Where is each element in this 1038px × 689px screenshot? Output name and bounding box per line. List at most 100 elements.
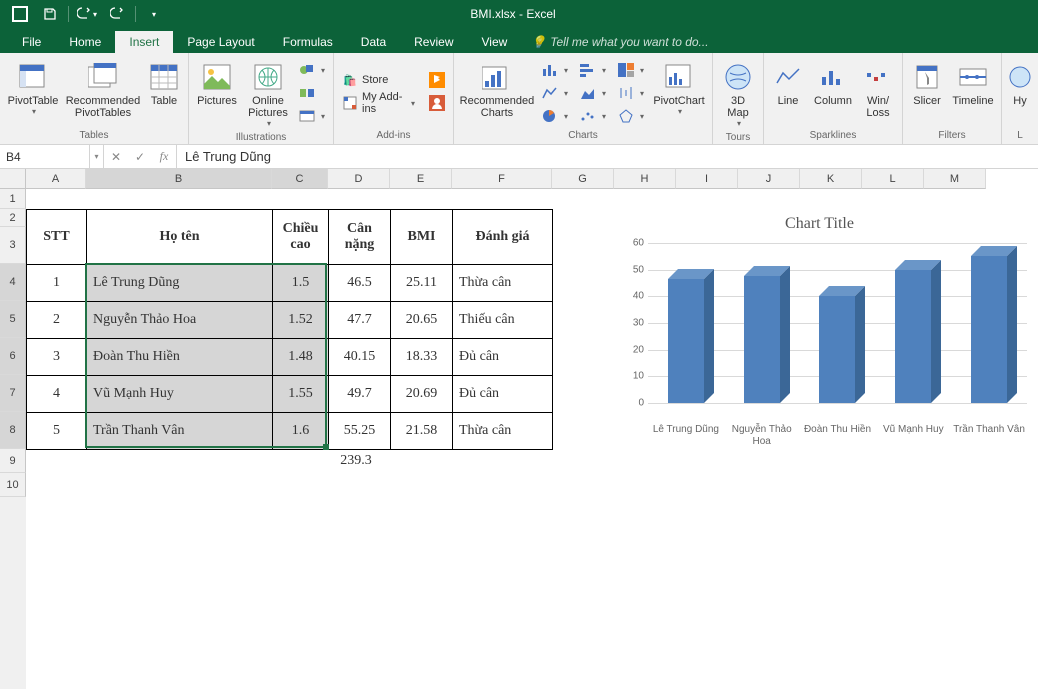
slicer-button[interactable]: Slicer [907,59,947,109]
chart-line-button[interactable]: ▾ [538,82,572,104]
cell[interactable]: Đủ cân [453,339,553,376]
col-header-D[interactable]: D [328,169,390,189]
row-header-5[interactable]: 5 [0,301,26,338]
chart-bar[interactable] [971,256,1007,403]
chart-title[interactable]: Chart Title [602,215,1037,233]
row-header-1[interactable]: 1 [0,189,26,209]
pictures-button[interactable]: Pictures [193,59,241,109]
tab-view[interactable]: View [468,31,522,53]
chart-radar-button[interactable]: ▾ [614,105,648,127]
recommended-charts-button[interactable]: Recommended Charts [458,59,536,121]
col-header-I[interactable]: I [676,169,738,189]
sparkline-line-button[interactable]: Line [768,59,808,109]
chart-stock-button[interactable]: ▾ [614,82,648,104]
cell[interactable]: 21.58 [391,413,453,450]
col-header-K[interactable]: K [800,169,862,189]
screenshot-button[interactable]: ▾ [295,105,329,127]
cell[interactable]: 1.52 [273,302,329,339]
col-header-J[interactable]: J [738,169,800,189]
redo-button[interactable] [103,2,131,26]
cell[interactable]: 1.6 [273,413,329,450]
cell[interactable]: 55.25 [329,413,391,450]
cell[interactable]: Thừa cân [453,413,553,450]
col-header-L[interactable]: L [862,169,924,189]
chart-plot-area[interactable]: 0102030405060 [648,243,1027,418]
tab-formulas[interactable]: Formulas [269,31,347,53]
col-header-M[interactable]: M [924,169,986,189]
cell[interactable]: 5 [27,413,87,450]
app-icon[interactable] [6,2,34,26]
chart-bar-button[interactable]: ▾ [576,59,610,81]
save-button[interactable] [36,2,64,26]
col-header-H[interactable]: H [614,169,676,189]
chart-bar[interactable] [744,276,780,403]
cell[interactable]: 3 [27,339,87,376]
fbar-enter-button[interactable]: ✓ [128,150,152,164]
col-header-E[interactable]: E [390,169,452,189]
chart-pie-button[interactable]: ▾ [538,105,572,127]
sparkline-column-button[interactable]: Column [810,59,856,109]
select-all-corner[interactable] [0,169,26,189]
chart[interactable]: Chart Title 0102030405060 Lê Trung DũngN… [602,209,1037,461]
cell[interactable]: 40.15 [329,339,391,376]
col-header-F[interactable]: F [452,169,552,189]
cell[interactable]: 1 [27,265,87,302]
undo-button[interactable]: ▾ [73,2,101,26]
chart-bar[interactable] [668,279,704,403]
namebox-dropdown[interactable]: ▾ [90,145,104,168]
pivottable-button[interactable]: PivotTable▾ [4,59,62,118]
cell[interactable]: 2 [27,302,87,339]
name-box[interactable]: B4 [0,145,90,168]
cell[interactable]: Thiếu cân [453,302,553,339]
cell[interactable]: 25.11 [391,265,453,302]
tab-file[interactable]: File [8,31,55,53]
row-header-3[interactable]: 3 [0,227,26,264]
tab-home[interactable]: Home [55,31,115,53]
cell[interactable]: 46.5 [329,265,391,302]
cell[interactable]: Vũ Mạnh Huy [87,376,273,413]
row-header-4[interactable]: 4 [0,264,26,301]
cell[interactable]: 20.69 [391,376,453,413]
cell[interactable]: Thừa cân [453,265,553,302]
row-headers[interactable]: 12345678910 [0,189,26,689]
cells-area[interactable]: STT Họ tên Chiều cao Cân nặng BMI Đánh g… [26,189,1038,689]
chart-area-button[interactable]: ▾ [576,82,610,104]
timeline-button[interactable]: Timeline [949,59,997,109]
people-button[interactable] [425,92,449,114]
recommended-pivottables-button[interactable]: Recommended PivotTables [64,59,142,121]
row-header-6[interactable]: 6 [0,338,26,375]
tab-insert[interactable]: Insert [115,31,173,53]
chart-treemap-button[interactable]: ▾ [614,59,648,81]
col-header-C[interactable]: C [272,169,328,189]
col-header-A[interactable]: A [26,169,86,189]
qat-customize[interactable]: ▾ [140,2,168,26]
3dmap-button[interactable]: 3D Map▾ [717,59,759,130]
tab-data[interactable]: Data [347,31,400,53]
row-header-7[interactable]: 7 [0,375,26,412]
column-headers[interactable]: ABCDEFGHIJKLM [26,169,986,189]
chart-bar[interactable] [895,270,931,403]
chart-scatter-button[interactable]: ▾ [576,105,610,127]
store-button[interactable]: 🛍️Store [338,69,419,91]
cell[interactable]: 1.5 [273,265,329,302]
online-pictures-button[interactable]: Online Pictures▾ [243,59,293,130]
tab-page-layout[interactable]: Page Layout [173,31,268,53]
row-header-10[interactable]: 10 [0,473,26,497]
tab-review[interactable]: Review [400,31,467,53]
cell[interactable]: 20.65 [391,302,453,339]
hyperlink-button[interactable]: Hy [1006,59,1034,109]
shapes-button[interactable]: ▾ [295,59,329,81]
chart-col-button[interactable]: ▾ [538,59,572,81]
cell[interactable]: Đoàn Thu Hiền [87,339,273,376]
row-header-8[interactable]: 8 [0,412,26,449]
smartart-button[interactable] [295,82,329,104]
cell[interactable]: 47.7 [329,302,391,339]
pivotchart-button[interactable]: PivotChart▾ [650,59,708,118]
bing-button[interactable] [425,69,449,91]
myaddins-button[interactable]: My Add-ins ▾ [338,92,419,114]
cell[interactable]: 1.48 [273,339,329,376]
cell[interactable]: 18.33 [391,339,453,376]
sparkline-winloss-button[interactable]: Win/ Loss [858,59,898,121]
cell[interactable]: 1.55 [273,376,329,413]
cell[interactable]: Trần Thanh Vân [87,413,273,450]
